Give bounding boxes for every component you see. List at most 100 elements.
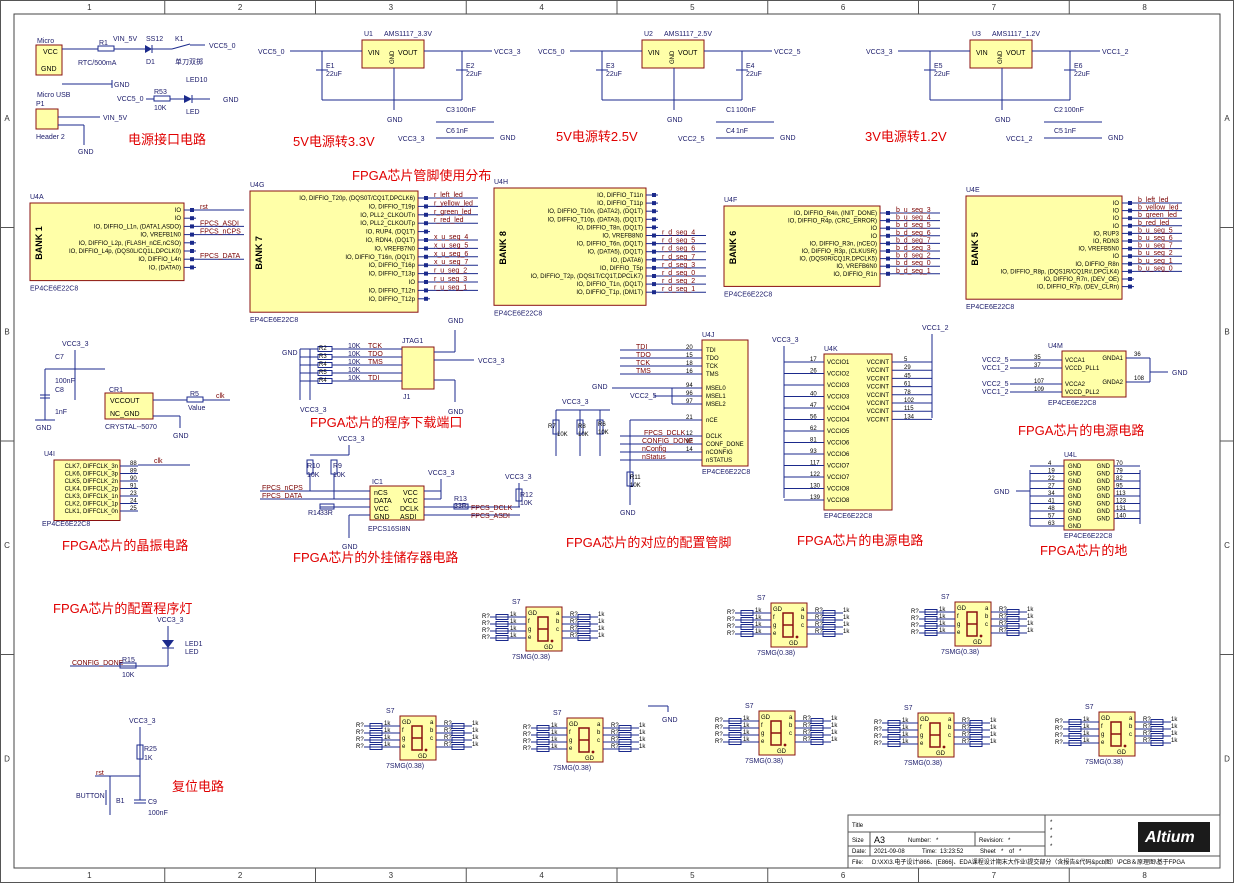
gndbank-left: GND — [1068, 524, 1082, 530]
r12-value: 10K — [520, 500, 533, 507]
bank-pin-line: IO — [1113, 224, 1120, 230]
seg-part: 7SMG(0.38) — [745, 758, 783, 765]
seg-gd-2: GD — [544, 645, 554, 651]
k1-value: 单刀双掷 — [175, 57, 203, 66]
seg-res-left-val: 1k — [755, 629, 762, 635]
r9-ref: R9 — [333, 463, 342, 470]
bank-pin-line: IO — [175, 216, 182, 222]
bank-net: r_left_led — [434, 192, 463, 199]
config-ref: U4J — [702, 332, 714, 339]
clock-vcc: VCC3_3 — [62, 341, 89, 348]
bank-pin-line: IO, DIFFIO_T10n, (DATA2), (DQ1T) — [548, 209, 643, 215]
seg-res-left-val: 1k — [510, 626, 517, 632]
seg-res-left-ref: R? — [874, 734, 882, 740]
seg-res-left-val: 1k — [1083, 724, 1090, 730]
clkbank-pin: 24 — [130, 499, 137, 505]
seg-res-right-val: 1k — [1027, 614, 1034, 620]
bank-net: FPCS_DATA — [200, 253, 241, 260]
gndbank-part: EP4CE6E22C8 — [1064, 533, 1112, 540]
bank-part: EP4CE6E22C8 — [30, 286, 78, 293]
bank-pin-line: IO — [1113, 216, 1120, 222]
pll-net: VCC1_2 — [982, 389, 1009, 396]
seg-res-left-ref: R? — [715, 739, 723, 745]
jtag-j1: J1 — [403, 394, 411, 401]
section-fpga-power-2: FPGA芯片的电源电路 — [797, 533, 923, 548]
vccio-lnum: 40 — [810, 392, 817, 398]
k1-ref: K1 — [175, 36, 184, 43]
seg-pin-c: c — [801, 623, 804, 629]
config-pin-num: 15 — [686, 353, 693, 359]
r25-ref: R25 — [144, 746, 157, 753]
header-p1[interactable] — [35, 108, 59, 130]
bank-pin-line: IO — [1113, 201, 1120, 207]
bank-pin-line: IO, DIFFIO_L2p, (FLASH_nCE,nCSO) — [79, 241, 181, 247]
bank-name: BANK 8 — [498, 231, 508, 265]
bank-net: x_u_seg_6 — [434, 251, 468, 258]
reg-c-net: VCC1_2 — [1006, 136, 1033, 143]
schematic-sheet: 1122334455667788A AB BC CD D Micro VCC GND M… — [0, 0, 1234, 883]
seg-res-left-ref: R? — [482, 614, 490, 620]
seg-gd-2: GD — [973, 640, 983, 646]
bank-pin-line: IO — [871, 234, 878, 240]
bank-pin-line: IO, DIFFIO_T16n, (DQ1T) — [345, 255, 415, 261]
seg-part: 7SMG(0.38) — [1085, 759, 1123, 766]
bank-net: r_yellow_led — [434, 200, 473, 207]
bank-pin-line: IO, DIFFIO_T1p, (DM1T) — [576, 290, 643, 296]
reg-gnd: GND — [670, 50, 676, 64]
vccio-rnum: 29 — [904, 365, 911, 371]
seg-res-left-ref: R? — [874, 727, 882, 733]
seg-res-right-val: 1k — [843, 608, 850, 614]
gndbank-right: GND — [1097, 472, 1111, 478]
vccio-right: VCCINT — [867, 376, 890, 382]
seg-res-left-val: 1k — [939, 607, 946, 613]
vccio-lnum: 139 — [810, 495, 821, 501]
c7-ref: C7 — [55, 354, 64, 361]
vccio-right: VCCINT — [867, 393, 890, 399]
seg-pin-g: g — [528, 627, 531, 633]
ic1-gnd: GND — [374, 514, 390, 521]
config-pin: MSEL0 — [706, 386, 726, 392]
bank-pin-line: IO, DIFFIO_L1n, (DATA1,ASDO) — [94, 224, 181, 230]
jtag-connector[interactable] — [401, 346, 435, 390]
jtag-gnd-left: GND — [282, 350, 298, 357]
clkbank-line: CLK6, DIFFCLK_3p — [65, 472, 119, 478]
seg-res-right-ref: R? — [999, 628, 1007, 634]
seg-gd: GD — [528, 611, 538, 617]
number-label: Number: — [908, 838, 931, 844]
vcc5-net: VCC5_0 — [209, 43, 236, 50]
gndbank-lnum: 57 — [1048, 514, 1055, 520]
bank-pin-line: IO, VREFB8N0 — [602, 234, 643, 240]
clkbank-line: CLK3, DIFFCLK_1n — [65, 494, 118, 500]
zone-col-bottom-4: 4 — [539, 871, 544, 880]
seg-res-right-ref: R? — [1143, 731, 1151, 737]
vin-net: VIN_5V — [113, 36, 137, 43]
seg-res-left-val: 1k — [384, 735, 391, 741]
bank-part: EP4CE6E22C8 — [966, 304, 1014, 311]
config-net-dclk: FPCS_DCLK — [644, 430, 686, 437]
r15-value: 10K — [122, 672, 135, 679]
seg-res-right-val: 1k — [598, 612, 605, 618]
pll-ref: U4M — [1048, 343, 1063, 350]
r5-ref: R5 — [190, 391, 199, 398]
fpcs-ncps-net: FPCS_nCPS — [262, 485, 303, 492]
section-pinmap: FPGA芯片管脚使用分布 — [352, 168, 491, 183]
reg-cin: E5 — [934, 63, 943, 70]
gndbank-rnum: 82 — [1116, 476, 1123, 482]
seg-res-right-ref: R? — [962, 718, 970, 724]
bank-pin-line: IO, DIFFIO_T1n, (DQ1T) — [577, 282, 643, 288]
clkbank-pin: 25 — [130, 506, 137, 512]
bank-pin-line: IO, (DATA5), (DQ1T) — [588, 250, 643, 256]
seg-res-right-ref: R? — [999, 607, 1007, 613]
seg-gd: GD — [957, 606, 967, 612]
bank-pin-line: IO, RUP4, (DQ1T) — [366, 230, 415, 236]
section-clock: FPGA芯片的晶振电路 — [62, 538, 188, 553]
jtag-res-net: TCK — [368, 343, 382, 350]
config-net: TDO — [636, 352, 651, 359]
vccio-right: VCCINT — [867, 385, 890, 391]
seg-res-right-val: 1k — [472, 742, 479, 748]
led10-ref: LED10 — [186, 77, 208, 84]
seg-res-right-val: 1k — [1171, 738, 1178, 744]
bank-pin-line: IO, DIFFIO_T16p — [369, 263, 416, 269]
bank-pin-line: IO, DIFFIO_R4p, (CRC_ERROR) — [788, 219, 877, 225]
seg-res-left-val: 1k — [510, 612, 517, 618]
